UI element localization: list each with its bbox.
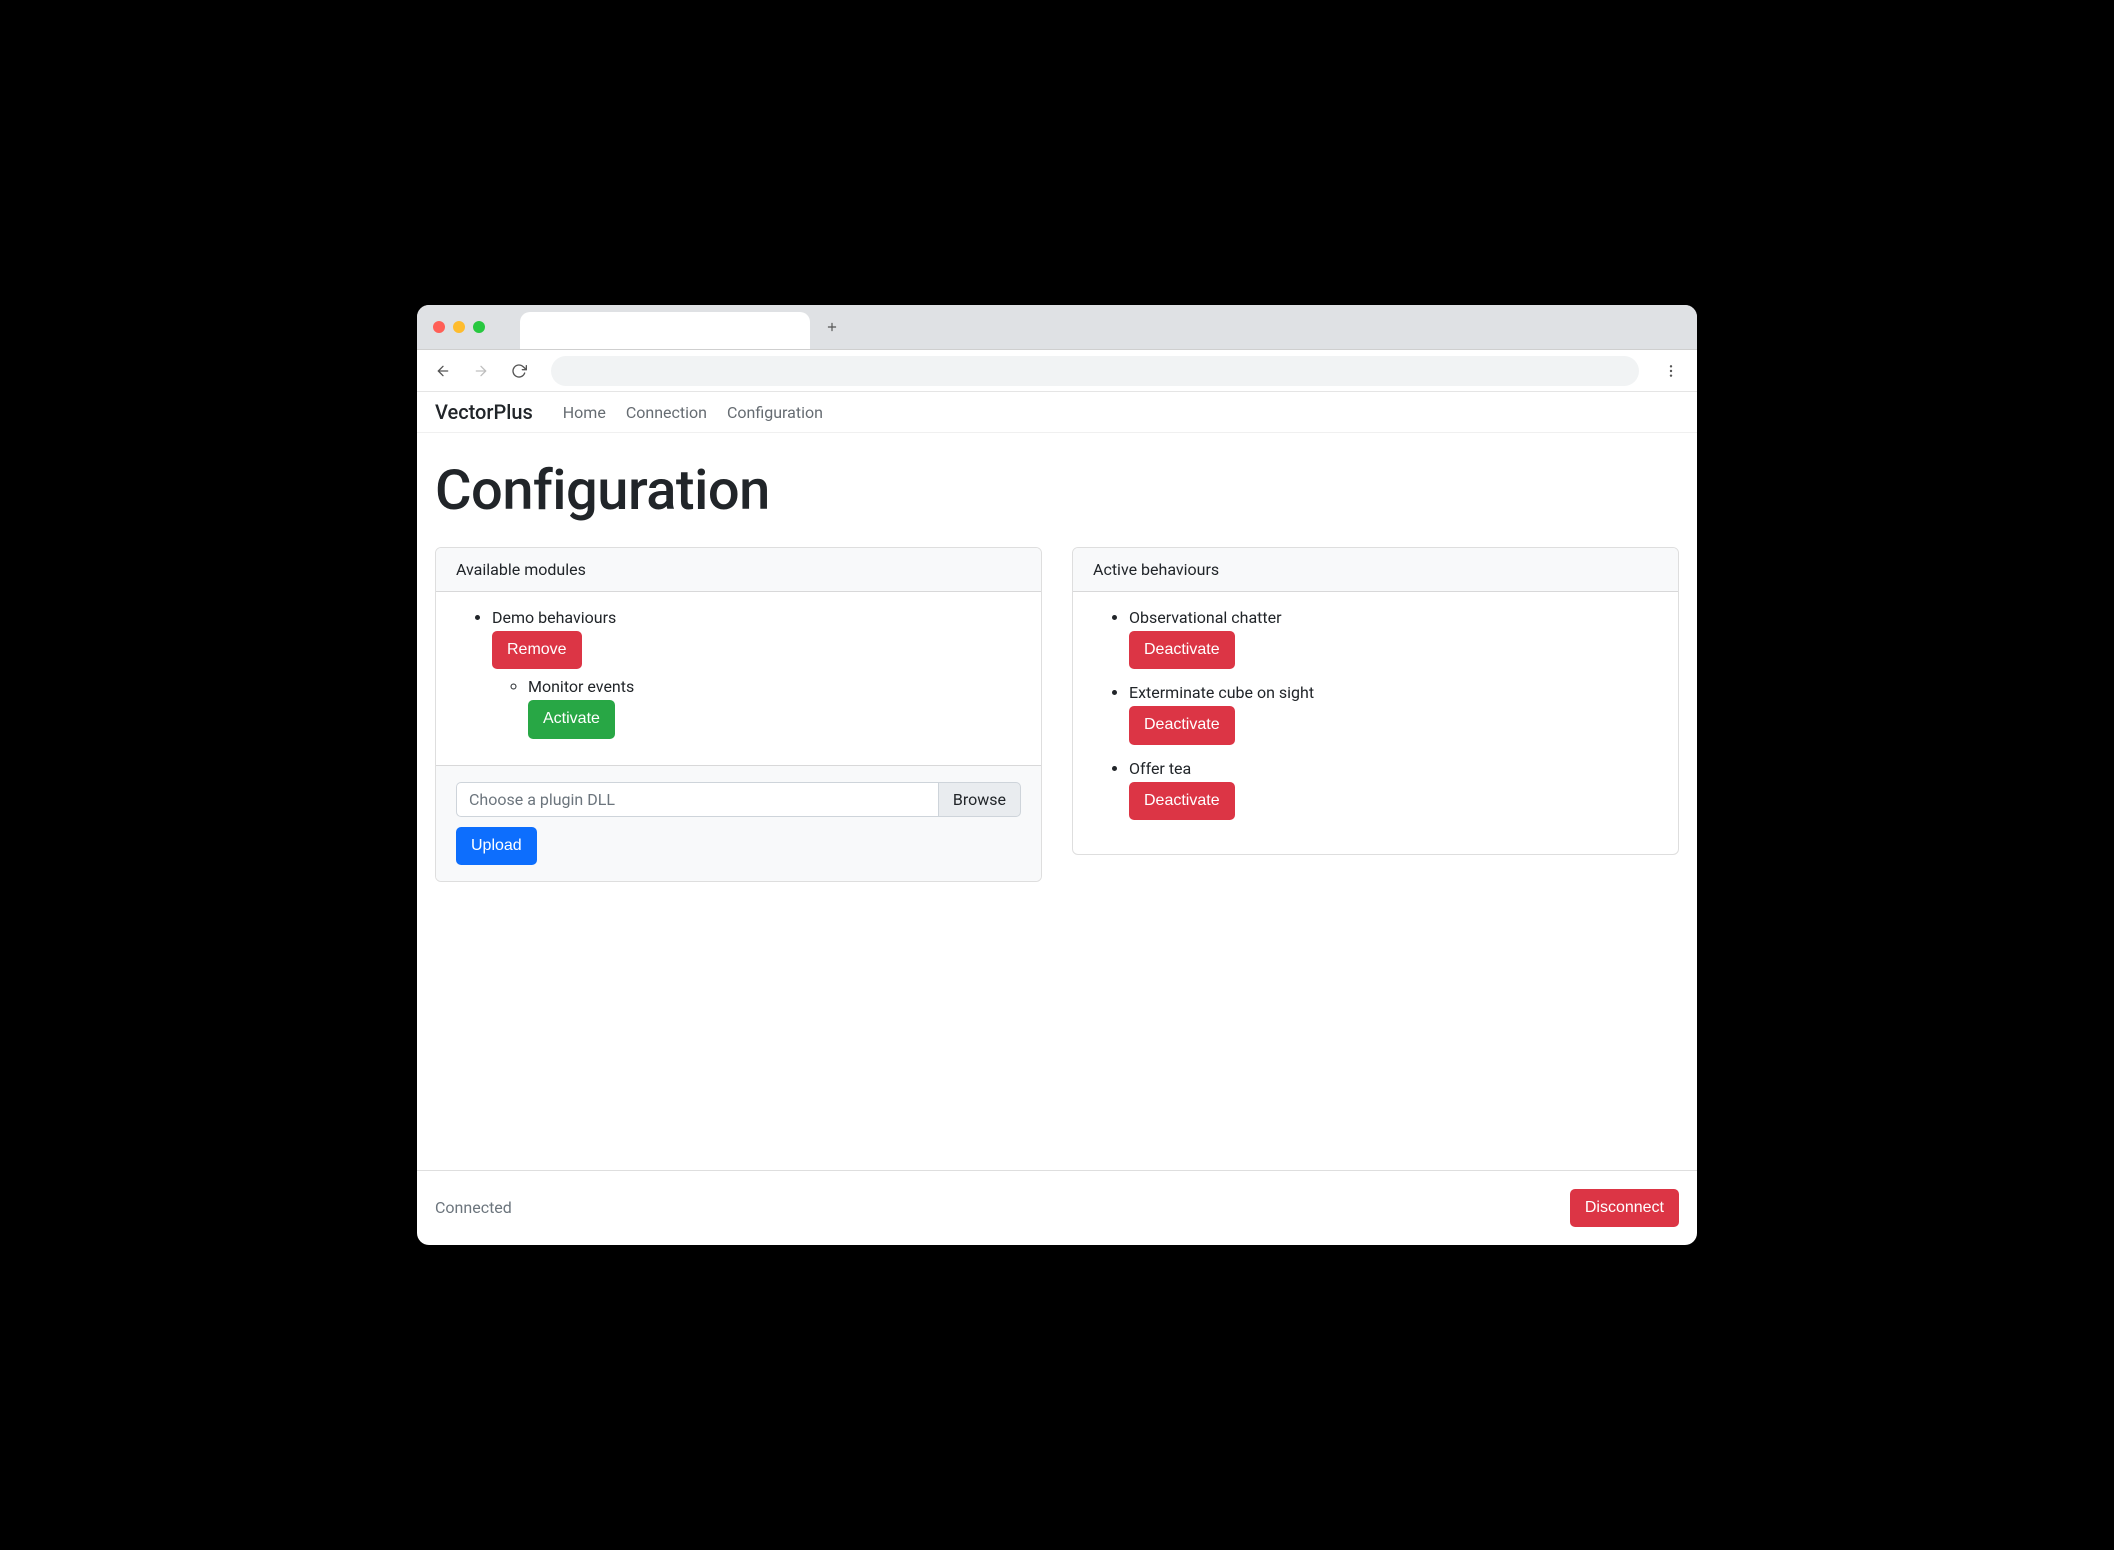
behaviour-name: Monitor events [528, 677, 634, 696]
nav-link-configuration[interactable]: Configuration [727, 403, 823, 422]
available-modules-card: Available modules Demo behaviours Remove… [435, 547, 1042, 882]
plus-icon [825, 320, 839, 334]
behaviour-name: Exterminate cube on sight [1129, 683, 1314, 702]
active-behaviour-list: Observational chatter Deactivate Extermi… [1093, 608, 1658, 820]
reload-button[interactable] [505, 357, 533, 385]
browser-window: VectorPlus Home Connection Configuration… [417, 305, 1697, 1245]
disconnect-button[interactable]: Disconnect [1570, 1189, 1679, 1227]
browser-tab[interactable] [520, 312, 810, 349]
behaviour-name: Offer tea [1129, 759, 1191, 778]
reload-icon [511, 363, 527, 379]
titlebar [417, 305, 1697, 350]
nav-link-connection[interactable]: Connection [626, 403, 707, 422]
more-vertical-icon [1663, 363, 1679, 379]
footer: Connected Disconnect [417, 1170, 1697, 1245]
browser-toolbar [417, 350, 1697, 392]
connection-status: Connected [435, 1198, 512, 1217]
upload-button[interactable]: Upload [456, 827, 537, 865]
browse-button[interactable]: Browse [938, 782, 1021, 817]
module-behaviour-list: Monitor events Activate [492, 677, 1021, 738]
deactivate-button[interactable]: Deactivate [1129, 782, 1235, 820]
minimize-window-button[interactable] [453, 321, 465, 333]
browser-menu-button[interactable] [1657, 357, 1685, 385]
main: Configuration Available modules Demo beh… [417, 433, 1697, 1170]
new-tab-button[interactable] [818, 313, 846, 341]
cards-row: Available modules Demo behaviours Remove… [435, 547, 1679, 882]
deactivate-button[interactable]: Deactivate [1129, 706, 1235, 744]
behaviour-name: Observational chatter [1129, 608, 1282, 627]
active-behaviour-item: Observational chatter Deactivate [1129, 608, 1658, 669]
module-list: Demo behaviours Remove Monitor events Ac… [456, 608, 1021, 739]
page-title: Configuration [435, 457, 1679, 523]
window-controls [433, 321, 485, 333]
close-window-button[interactable] [433, 321, 445, 333]
arrow-left-icon [435, 363, 451, 379]
file-input[interactable]: Choose a plugin DLL [456, 782, 938, 817]
active-behaviours-card: Active behaviours Observational chatter … [1072, 547, 1679, 855]
maximize-window-button[interactable] [473, 321, 485, 333]
remove-module-button[interactable]: Remove [492, 631, 582, 669]
module-item: Demo behaviours Remove Monitor events Ac… [492, 608, 1021, 739]
page-content: VectorPlus Home Connection Configuration… [417, 392, 1697, 1245]
address-bar[interactable] [551, 356, 1639, 386]
activate-button[interactable]: Activate [528, 700, 615, 738]
card-header: Available modules [436, 548, 1041, 592]
active-behaviour-item: Exterminate cube on sight Deactivate [1129, 683, 1658, 744]
brand[interactable]: VectorPlus [435, 400, 533, 424]
forward-button[interactable] [467, 357, 495, 385]
arrow-right-icon [473, 363, 489, 379]
back-button[interactable] [429, 357, 457, 385]
active-behaviour-item: Offer tea Deactivate [1129, 759, 1658, 820]
deactivate-button[interactable]: Deactivate [1129, 631, 1235, 669]
nav-link-home[interactable]: Home [563, 403, 606, 422]
upload-footer: Choose a plugin DLL Browse Upload [436, 765, 1041, 881]
module-behaviour-item: Monitor events Activate [528, 677, 1021, 738]
card-header: Active behaviours [1073, 548, 1678, 592]
navbar: VectorPlus Home Connection Configuration [417, 392, 1697, 433]
module-name: Demo behaviours [492, 608, 616, 627]
